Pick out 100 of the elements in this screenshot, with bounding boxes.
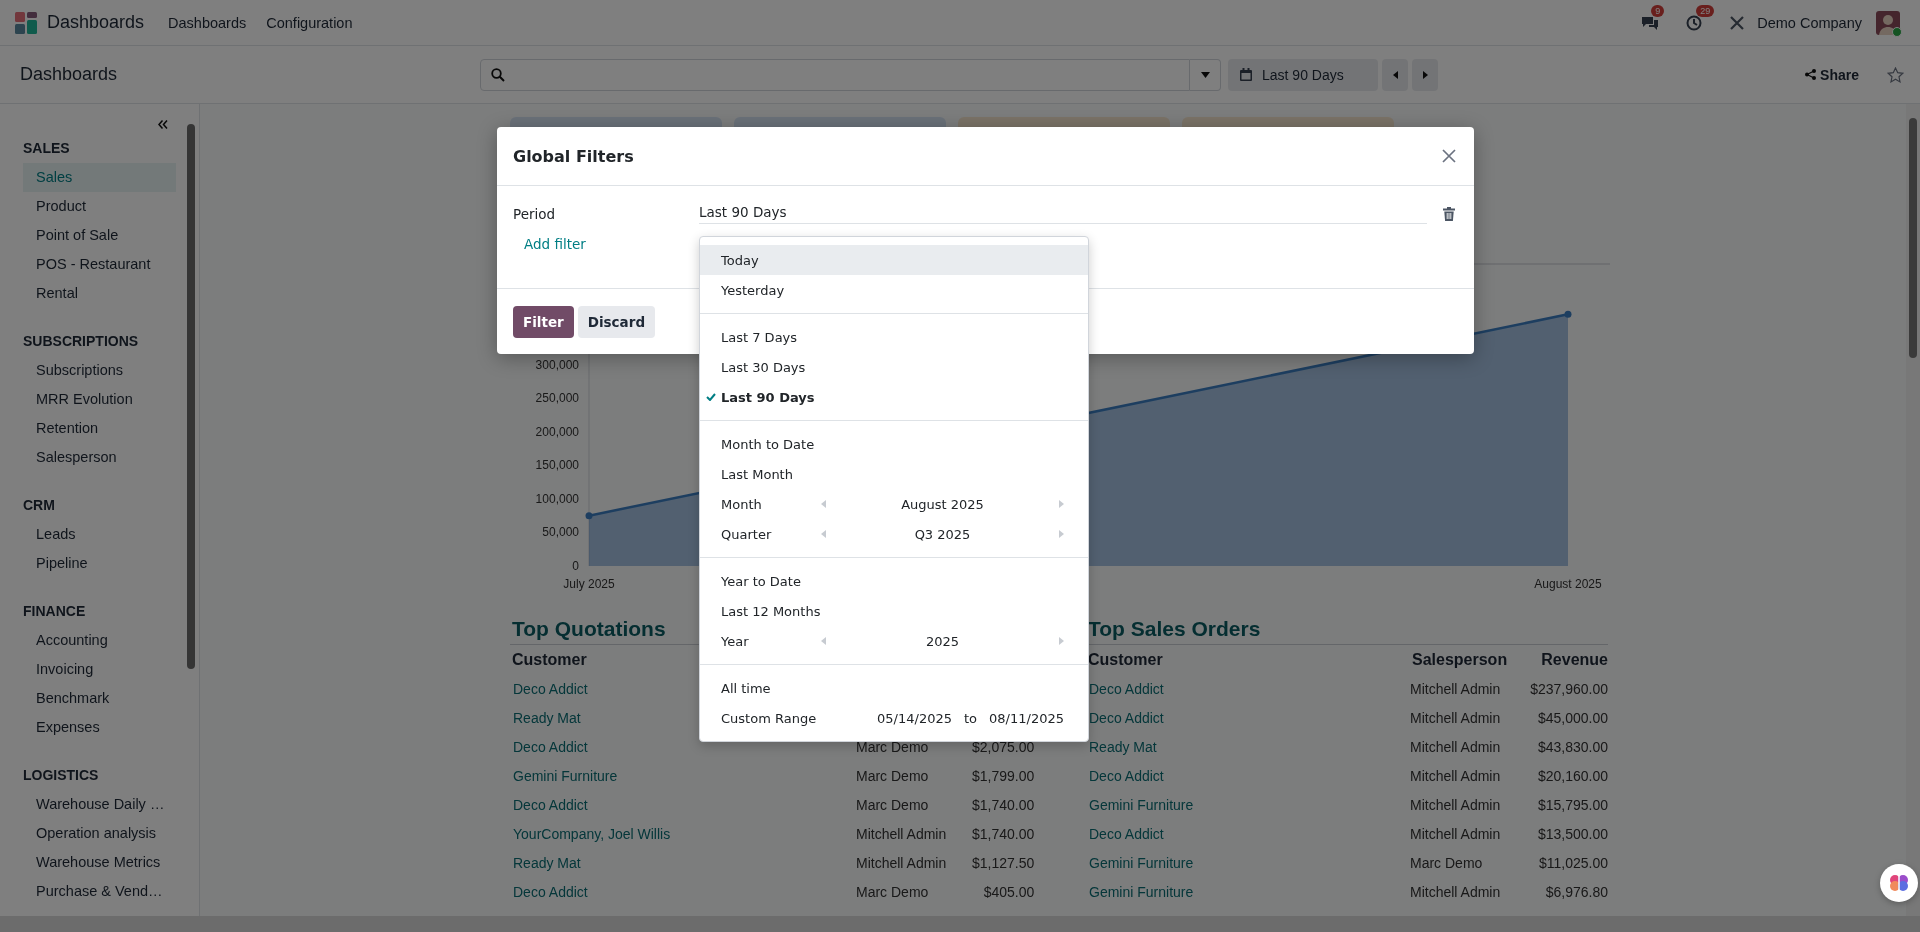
- clock-icon[interactable]: [1686, 14, 1703, 31]
- share-button[interactable]: Share: [1799, 65, 1865, 84]
- option-label: Custom Range: [721, 710, 818, 726]
- customer-cell: Deco Addict: [1089, 826, 1164, 842]
- menu-item[interactable]: Configuration: [256, 8, 363, 37]
- menu-option[interactable]: All time: [700, 673, 1088, 703]
- y-axis-label: 0: [572, 559, 579, 573]
- menu-option[interactable]: Last Month: [700, 459, 1088, 489]
- salesperson-cell: Mitchell Admin: [856, 855, 947, 871]
- revenue-cell: $2,075.00: [972, 739, 1035, 755]
- revenue-cell: $6,976.80: [1545, 884, 1608, 900]
- scrollbar[interactable]: [1909, 118, 1917, 358]
- revenue-cell: $237,960.00: [1530, 681, 1608, 697]
- customer-cell: Ready Mat: [1089, 739, 1157, 755]
- sidebar-item[interactable]: Benchmark: [23, 684, 176, 713]
- sidebar-item[interactable]: Sales: [23, 163, 176, 192]
- salesperson-cell: Marc Demo: [856, 739, 929, 755]
- app-icon[interactable]: [15, 11, 37, 34]
- option-label: Last 7 Days: [721, 329, 798, 345]
- revenue-cell: $15,795.00: [1537, 797, 1608, 813]
- option-label: Quarter: [721, 526, 773, 542]
- revenue-cell: $1,740.00: [972, 826, 1035, 842]
- salesperson-cell: Mitchell Admin: [1410, 826, 1501, 842]
- brain-icon: [1889, 874, 1909, 892]
- sidebar-item[interactable]: Leads: [23, 520, 176, 549]
- calendar-icon: [1240, 68, 1252, 81]
- period-value: August 2025: [900, 496, 985, 512]
- column-header: Revenue: [1541, 651, 1608, 668]
- revenue-cell: $11,025.00: [1538, 855, 1608, 871]
- menu-option[interactable]: Last 30 Days: [700, 352, 1088, 382]
- menu-option[interactable]: Today: [700, 245, 1088, 275]
- scrollbar[interactable]: [187, 124, 195, 669]
- sidebar-item[interactable]: Accounting: [23, 626, 176, 655]
- sidebar-item[interactable]: Salesperson: [23, 443, 176, 472]
- search-field[interactable]: [480, 58, 1190, 91]
- collapse-icon[interactable]: [158, 120, 168, 129]
- sidebar-item[interactable]: Expenses: [23, 713, 176, 742]
- start-date-field[interactable]: 05/14/2025: [877, 710, 952, 726]
- x-axis-label: August 2025: [1534, 577, 1602, 591]
- customer-cell: Deco Addict: [1089, 768, 1164, 784]
- chat-icon[interactable]: [1641, 14, 1660, 31]
- menu-item[interactable]: Dashboards: [158, 8, 257, 37]
- menu-option[interactable]: Last 7 Days: [700, 322, 1088, 352]
- period-field[interactable]: Last 90 Days: [699, 204, 1427, 224]
- menu-option[interactable]: Year to Date: [700, 566, 1088, 596]
- salesperson-cell: Mitchell Admin: [1410, 739, 1501, 755]
- date-filter-button[interactable]: Last 90 Days: [1228, 58, 1378, 91]
- customer-cell: Gemini Furniture: [1089, 884, 1194, 900]
- option-label: Last Month: [721, 466, 793, 482]
- sidebar-item[interactable]: Purchase & Vend…: [23, 877, 176, 906]
- filter-button[interactable]: Filter: [513, 305, 574, 338]
- search-options-button[interactable]: [1190, 58, 1221, 91]
- section-heading: SALES: [23, 139, 71, 158]
- page-title: Dashboards: [20, 64, 118, 84]
- sidebar-item[interactable]: Warehouse Daily …: [23, 790, 176, 819]
- sidebar-item[interactable]: MRR Evolution: [23, 385, 176, 414]
- menu-option[interactable]: Custom Range 05/14/2025 to 08/11/2025: [700, 703, 1088, 733]
- sidebar-item[interactable]: Subscriptions: [23, 356, 176, 385]
- sidebar-item[interactable]: Retention: [23, 414, 176, 443]
- sidebar-item[interactable]: POS - Restaurant: [23, 250, 176, 279]
- assistant-button[interactable]: [1880, 864, 1918, 902]
- sidebar-item[interactable]: Pipeline: [23, 549, 176, 578]
- x-axis-label: July 2025: [563, 577, 615, 591]
- app-name: Dashboards: [47, 12, 145, 33]
- section-heading: FINANCE: [23, 602, 87, 621]
- sidebar-item[interactable]: Rental: [23, 279, 176, 308]
- y-axis-label: 150,000: [535, 458, 579, 473]
- option-label: Last 30 Days: [721, 359, 806, 375]
- avatar[interactable]: [1876, 10, 1900, 35]
- customer-cell: Ready Mat: [513, 855, 581, 871]
- next-button[interactable]: [1412, 58, 1438, 91]
- y-axis-label: 200,000: [535, 424, 579, 439]
- section-heading: SUBSCRIPTIONS: [23, 332, 140, 351]
- sidebar-item[interactable]: Invoicing: [23, 655, 176, 684]
- revenue-cell: $13,500.00: [1537, 826, 1608, 842]
- add-filter-link[interactable]: Add filter: [524, 236, 586, 252]
- close-icon[interactable]: [1442, 149, 1456, 163]
- caret-left-icon: [1392, 70, 1398, 79]
- previous-button[interactable]: [1382, 58, 1408, 91]
- y-axis-label: 50,000: [542, 525, 579, 540]
- customer-cell: Deco Addict: [1089, 710, 1164, 726]
- tools-icon[interactable]: [1729, 14, 1746, 31]
- sidebar-item[interactable]: Product: [23, 192, 176, 221]
- customer-cell: Gemini Furniture: [1089, 855, 1194, 871]
- sidebar-item[interactable]: Operation analysis: [23, 819, 176, 848]
- star-icon[interactable]: [1887, 66, 1904, 83]
- end-date-field[interactable]: 08/11/2025: [989, 710, 1064, 726]
- company-name[interactable]: Demo Company: [1757, 14, 1862, 31]
- trash-icon[interactable]: [1443, 207, 1455, 221]
- menu-option[interactable]: Month to Date: [700, 429, 1088, 459]
- menu-option[interactable]: Yesterday: [700, 275, 1088, 305]
- discard-button[interactable]: Discard: [577, 305, 656, 338]
- menu-option[interactable]: Last 90 Days: [700, 382, 1088, 412]
- range-separator: to: [964, 710, 978, 726]
- revenue-cell: $43,830.00: [1537, 739, 1608, 755]
- sidebar-item[interactable]: Warehouse Metrics: [23, 848, 176, 877]
- sidebar-item[interactable]: Point of Sale: [23, 221, 176, 250]
- option-label: Today: [721, 252, 759, 268]
- search-icon: [491, 67, 505, 82]
- salesperson-cell: Mitchell Admin: [1410, 768, 1501, 784]
